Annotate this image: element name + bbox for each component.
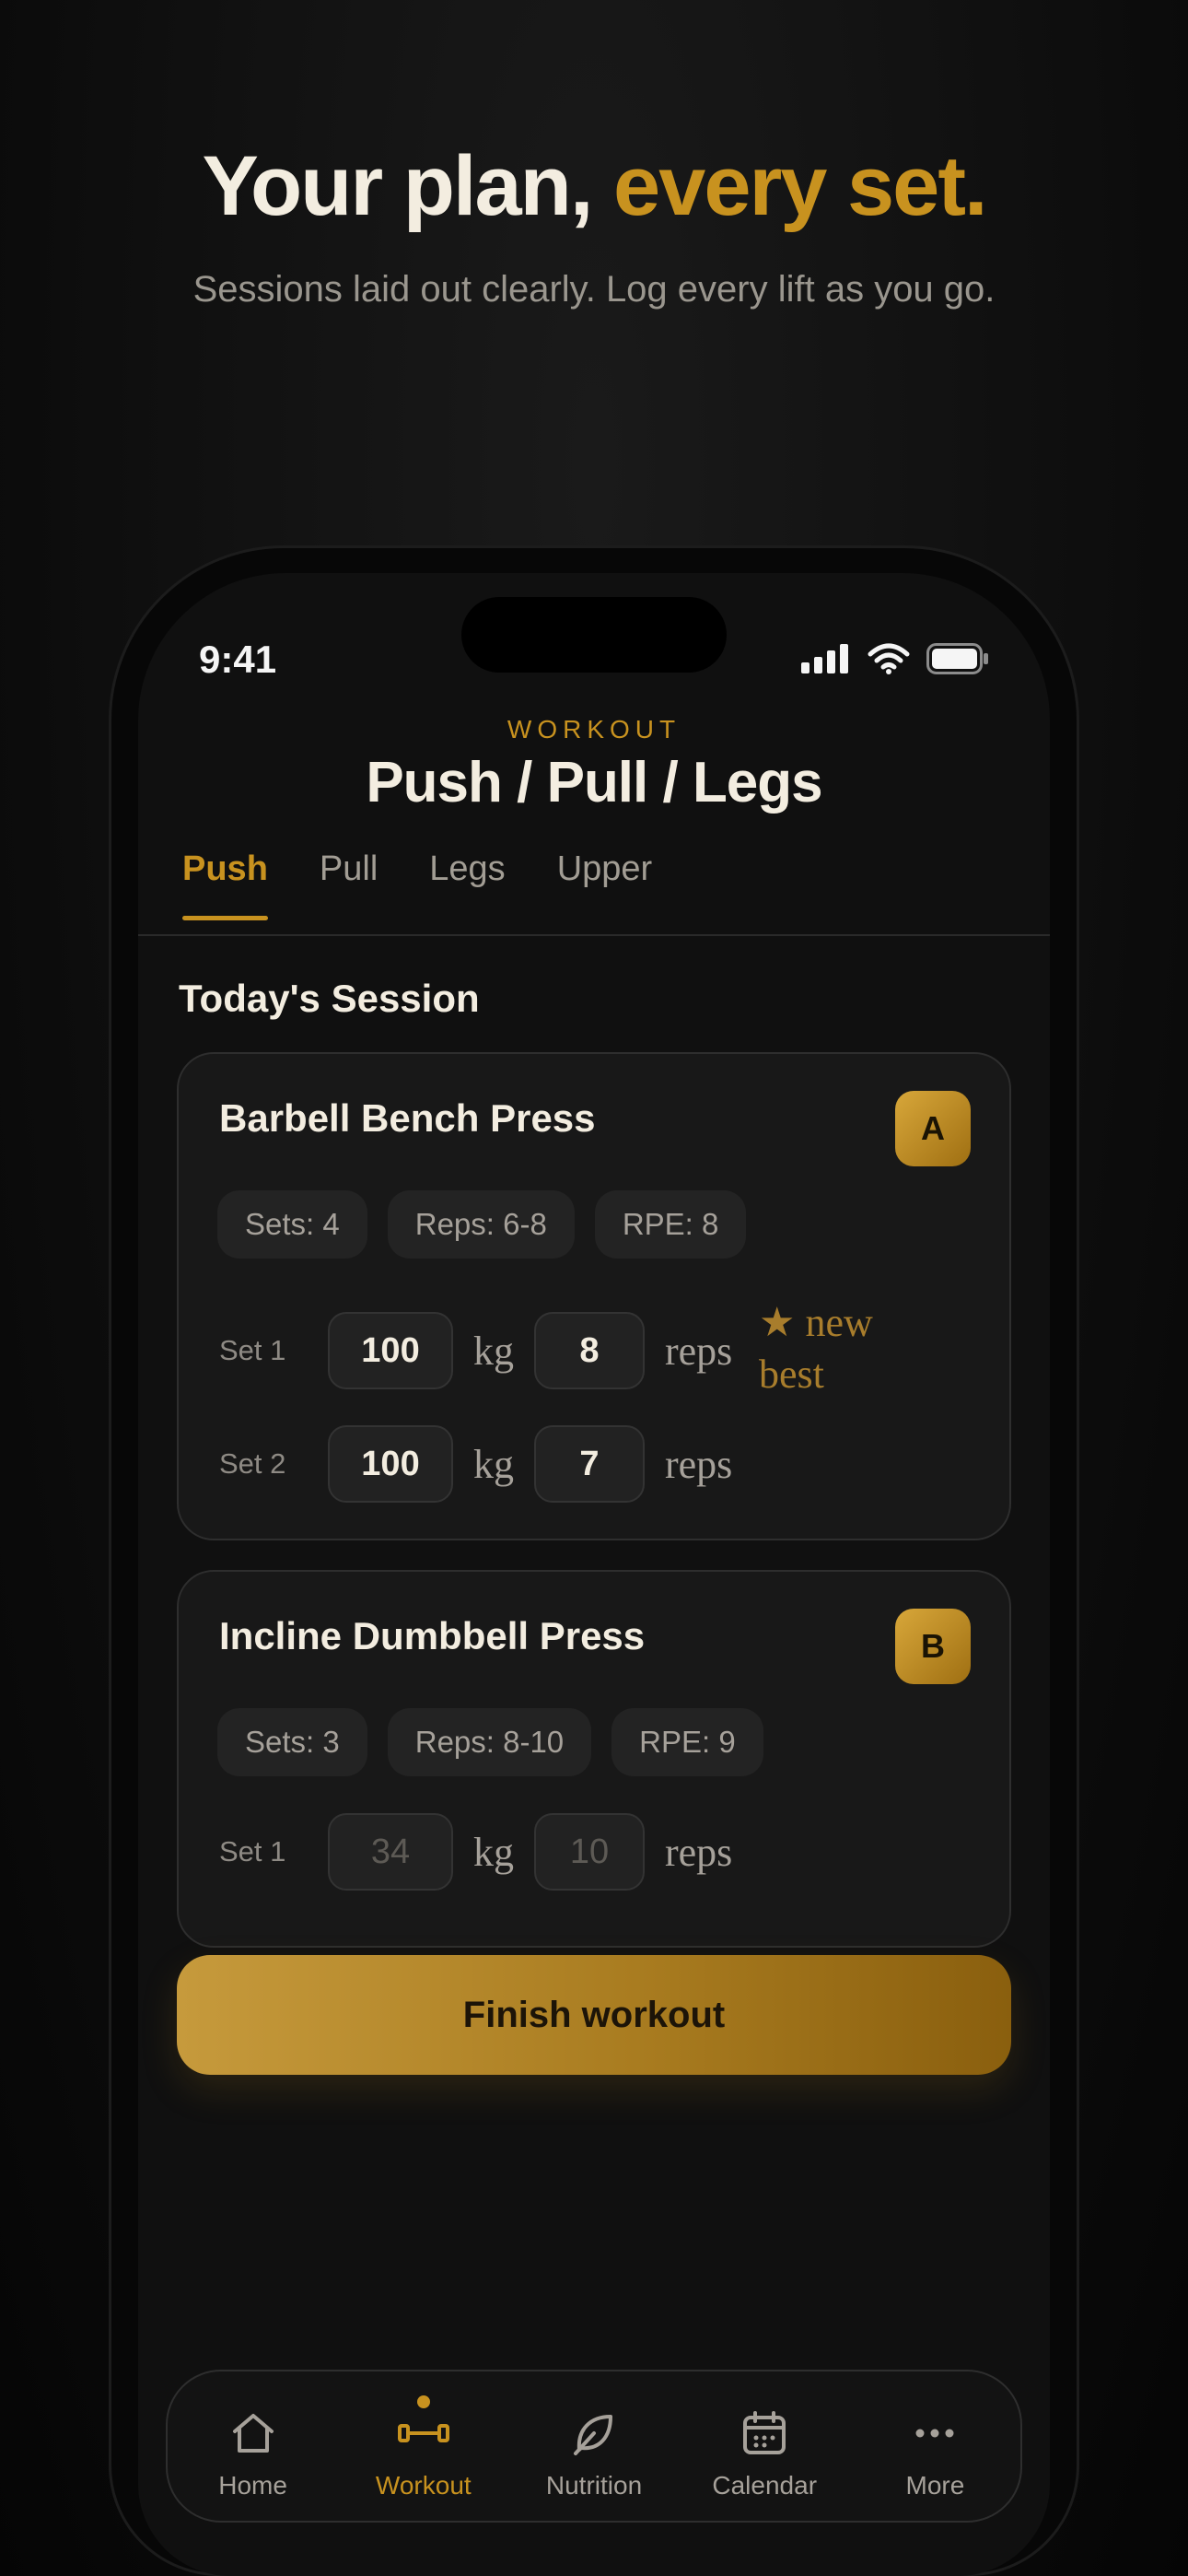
exercise-targets: Sets: 4 Reps: 6-8 RPE: 8: [217, 1190, 747, 1259]
weight-unit: kg: [473, 1441, 514, 1487]
finish-workout-button[interactable]: Finish workout: [177, 1955, 1011, 2075]
section-title: Today's Session: [179, 977, 480, 1020]
set-label: Set 2: [219, 1447, 286, 1480]
nav-item-nutrition[interactable]: Nutrition: [508, 2371, 679, 2521]
weight-input[interactable]: 100: [328, 1425, 453, 1503]
promo-headline-accent: every set.: [612, 139, 988, 233]
status-time: 9:41: [199, 638, 277, 681]
more-icon: [911, 2406, 959, 2460]
rpe-pill: RPE: 9: [611, 1708, 763, 1776]
page-title: Push / Pull / Legs: [366, 751, 822, 814]
promo-subheadline: Sessions laid out clearly. Log every lif…: [192, 269, 996, 310]
nav-label: More: [905, 2471, 965, 2500]
reps-pill: Reps: 6-8: [387, 1190, 575, 1259]
weight-input[interactable]: 34: [328, 1813, 453, 1891]
tabs-divider: [138, 934, 1050, 936]
nav-label: Workout: [375, 2471, 472, 2500]
wifi-icon: [868, 643, 910, 674]
set-row: Set 2 100 kg 7 reps: [219, 1425, 752, 1503]
reps-input[interactable]: 10: [534, 1813, 645, 1891]
reps-unit: reps: [665, 1441, 733, 1487]
nav-item-workout[interactable]: Workout: [338, 2371, 508, 2521]
weight-unit: kg: [473, 1328, 514, 1374]
nav-item-more[interactable]: More: [850, 2371, 1020, 2521]
tab-push[interactable]: Push: [182, 849, 268, 920]
dynamic-island: [461, 597, 727, 673]
workout-tabs: Push Pull Legs Upper: [182, 849, 652, 920]
nav-label: Nutrition: [545, 2471, 643, 2500]
exercise-targets: Sets: 3 Reps: 8-10 RPE: 9: [217, 1708, 763, 1776]
phone-screen: 9:41 WORKOUT Push / Pull / Legs Push Pul…: [138, 573, 1050, 2576]
reps-input[interactable]: 7: [534, 1425, 645, 1503]
sets-pill: Sets: 3: [217, 1708, 367, 1776]
reps-unit: reps: [665, 1829, 733, 1875]
exercise-card[interactable]: Barbell Bench Press A Sets: 4 Reps: 6-8 …: [177, 1052, 1011, 1540]
rpe-pill: RPE: 8: [594, 1190, 747, 1259]
nav-label: Home: [218, 2471, 287, 2500]
home-icon: [229, 2406, 277, 2460]
bottom-nav: Home Workout Nutrition Calendar More: [166, 2370, 1022, 2523]
leaf-icon: [570, 2406, 618, 2460]
exercise-card[interactable]: Incline Dumbbell Press B Sets: 3 Reps: 8…: [177, 1570, 1011, 1948]
reps-unit: reps: [665, 1328, 733, 1374]
set-label: Set 1: [219, 1835, 286, 1868]
exercise-name: Barbell Bench Press: [219, 1096, 596, 1140]
nav-label: Calendar: [712, 2471, 818, 2500]
cellular-signal-icon: [801, 644, 848, 673]
status-icons: [801, 643, 989, 674]
dumbbell-icon: [397, 2406, 450, 2460]
exercise-badge: B: [895, 1609, 971, 1684]
exercise-name: Incline Dumbbell Press: [219, 1614, 646, 1657]
weight-unit: kg: [473, 1829, 514, 1875]
tab-upper[interactable]: Upper: [557, 849, 653, 920]
active-indicator: [416, 2395, 430, 2408]
set-label: Set 1: [219, 1334, 286, 1366]
header-eyebrow: WORKOUT: [507, 715, 681, 744]
reps-pill: Reps: 8-10: [387, 1708, 592, 1776]
set-row: Set 1 100 kg 8 reps: [219, 1312, 752, 1389]
sets-pill: Sets: 4: [217, 1190, 367, 1259]
new-best-label: ★ new best: [759, 1300, 873, 1397]
tab-legs[interactable]: Legs: [429, 849, 505, 920]
promo-headline-main: Your plan,: [202, 139, 593, 233]
weight-input[interactable]: 100: [328, 1312, 453, 1389]
calendar-icon: [740, 2406, 788, 2460]
set-row: Set 1 34 kg 10 reps: [219, 1813, 752, 1891]
nav-item-calendar[interactable]: Calendar: [680, 2371, 850, 2521]
nav-item-home[interactable]: Home: [168, 2371, 338, 2521]
exercise-badge: A: [895, 1091, 971, 1166]
battery-icon: [926, 643, 988, 674]
reps-input[interactable]: 8: [534, 1312, 645, 1389]
tab-pull[interactable]: Pull: [320, 849, 378, 920]
promo-headline: Your plan, every set.: [0, 138, 1188, 235]
